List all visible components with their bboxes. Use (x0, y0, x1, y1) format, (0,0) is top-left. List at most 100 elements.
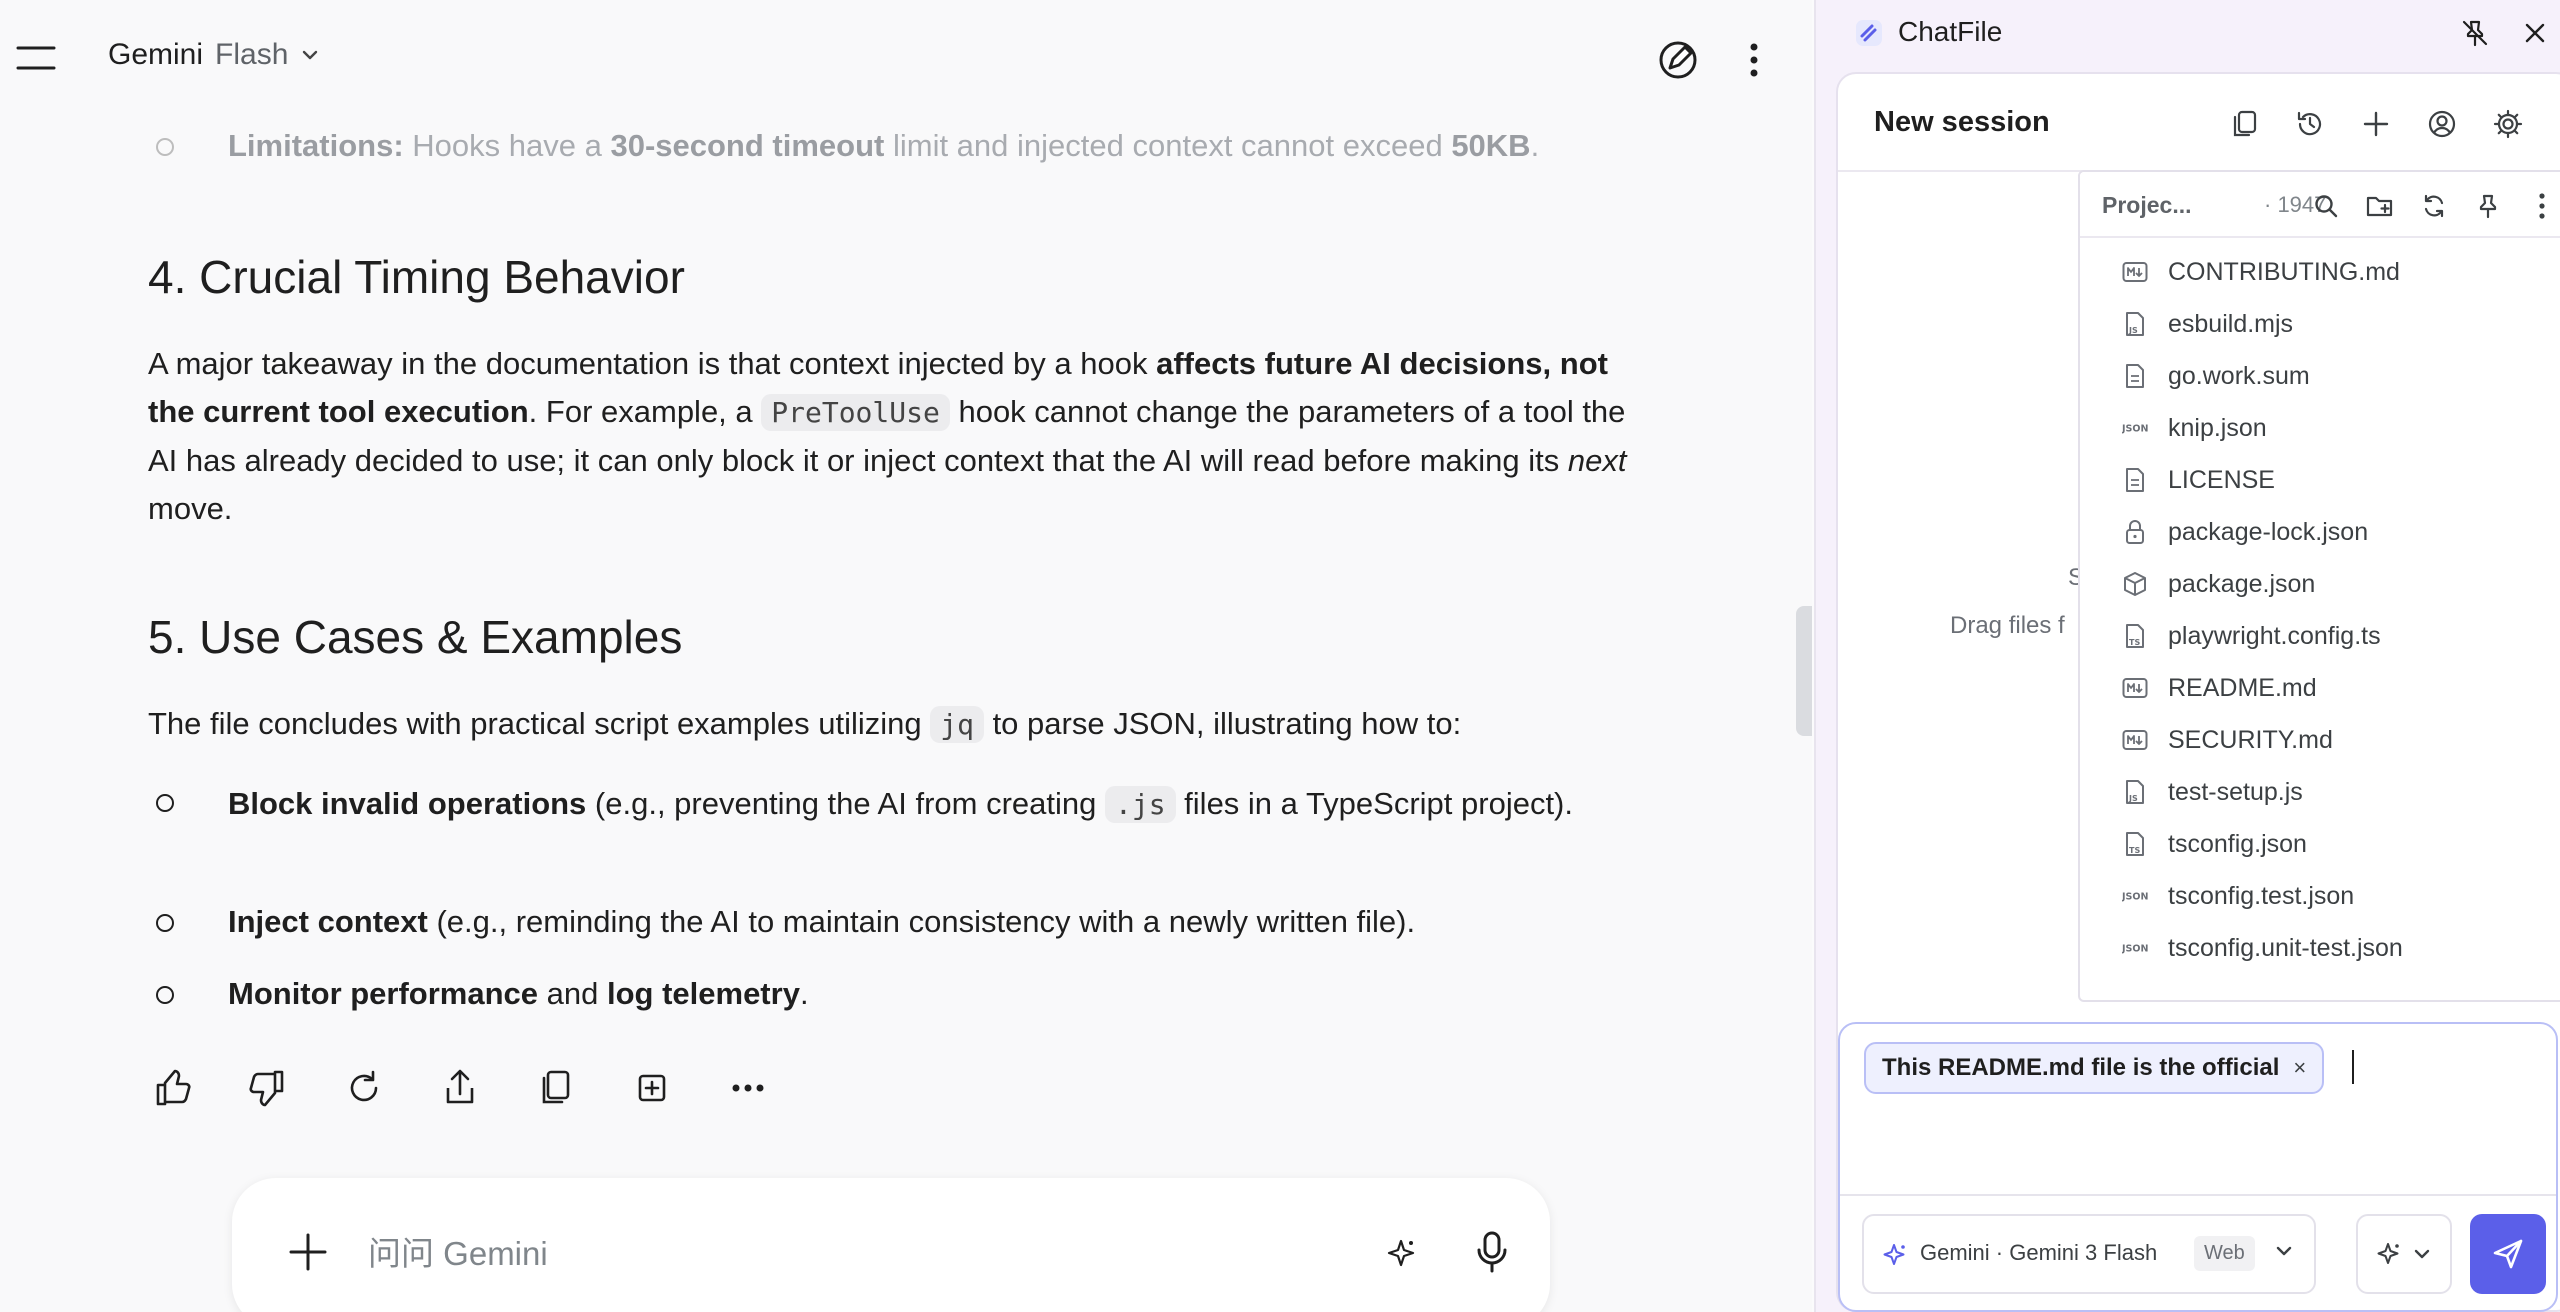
file-row[interactable]: JS test-setup.js (2080, 766, 2560, 818)
settings-gear-icon[interactable] (2486, 102, 2530, 146)
list-bullet (156, 138, 174, 156)
composer[interactable]: This README.md file is the official × Ge… (1838, 1022, 2558, 1312)
chatfile-titlebar: ChatFile (1816, 0, 2560, 64)
hamburger-menu-icon[interactable] (10, 32, 62, 84)
scrollbar-thumb[interactable] (1796, 606, 1812, 736)
file-row[interactable]: package-lock.json (2080, 506, 2560, 558)
list-item-bold: log telemetry (606, 976, 800, 1011)
file-row[interactable]: CONTRIBUTING.md (2080, 246, 2560, 298)
faded-item-text: limit and injected context cannot exceed (884, 128, 1452, 163)
search-icon[interactable] (2308, 188, 2344, 224)
file-row[interactable]: go.work.sum (2080, 350, 2560, 402)
plus-icon[interactable] (2354, 102, 2398, 146)
list-bullet (156, 986, 174, 1004)
list-item-text: files in a TypeScript project). (1175, 786, 1573, 821)
markdown-icon (2122, 727, 2148, 753)
ts-file-icon: TS (2122, 623, 2148, 649)
sparkle-icon (1882, 1242, 1908, 1268)
section-paragraph: A major takeaway in the documentation is… (148, 340, 1628, 533)
file-browser-popover: Projec... · 1947 CODE_OF_CONDUCT. (2078, 170, 2560, 1002)
file-row[interactable]: TS tsconfig.json (2080, 818, 2560, 870)
list-item: Monitor performance and log telemetry. (228, 970, 1628, 1018)
list-bullet (156, 914, 174, 932)
file-icon (2122, 363, 2148, 389)
faded-item-bold: 30-second timeout (610, 128, 885, 163)
lock-icon (2122, 519, 2148, 545)
list-item: Inject context (e.g., reminding the AI t… (228, 898, 1628, 946)
session-title: New session (1874, 106, 2050, 138)
empty-state-hint: Drag files f (1950, 612, 2065, 639)
section-heading: 5. Use Cases & Examples (148, 611, 683, 663)
list-item-text: and (538, 976, 607, 1011)
ts-file-icon: TS (2122, 831, 2148, 857)
faded-item-bold: 50KB (1451, 128, 1531, 163)
share-icon[interactable] (432, 1060, 488, 1116)
file-row[interactable]: JSON tsconfig.unit-test.json (2080, 922, 2560, 974)
json-icon: JSON (2122, 935, 2148, 961)
prompt-input[interactable] (368, 1228, 1268, 1280)
history-icon[interactable] (2288, 102, 2332, 146)
gemini-app: Gemini Flash Limitations: Hooks have a 3… (0, 0, 1812, 1312)
js-file-icon: JS (2122, 779, 2148, 805)
context-chip[interactable]: This README.md file is the official × (1864, 1042, 2325, 1094)
list-item-text: . (799, 976, 809, 1011)
unpin-icon[interactable] (2456, 14, 2494, 52)
file-name: LICENSE (2168, 466, 2275, 494)
more-horiz-icon[interactable] (720, 1060, 776, 1116)
regenerate-icon[interactable] (336, 1060, 392, 1116)
list-item-text: (e.g., reminding the AI to maintain cons… (427, 904, 1416, 939)
close-icon[interactable] (2516, 14, 2554, 52)
copy-icon[interactable] (2222, 102, 2266, 146)
model-switcher[interactable]: Gemini Flash (108, 38, 320, 72)
faded-list-item: Limitations: Hooks have a 30-second time… (228, 128, 1539, 164)
markdown-icon (2122, 675, 2148, 701)
project-name[interactable]: Projec... (2102, 192, 2191, 219)
file-row[interactable]: package.json (2080, 558, 2560, 610)
file-name: tsconfig.unit-test.json (2168, 934, 2403, 962)
svg-text:JSON: JSON (2122, 891, 2148, 902)
file-name: README.md (2168, 674, 2317, 702)
more-vert-icon[interactable] (1726, 32, 1782, 88)
svg-text:TS: TS (2129, 846, 2140, 855)
file-row[interactable]: SECURITY.md (2080, 714, 2560, 766)
account-icon[interactable] (2420, 102, 2464, 146)
chevron-down-icon (300, 48, 320, 62)
paragraph-text: . For example, a (528, 394, 762, 429)
file-row[interactable]: TS playwright.config.ts (2080, 610, 2560, 662)
file-name: SECURITY.md (2168, 726, 2333, 754)
microphone-icon[interactable] (1464, 1224, 1520, 1280)
pin-icon[interactable] (2470, 188, 2506, 224)
chevron-down-icon (2274, 1244, 2294, 1258)
inline-code: .js (1104, 786, 1176, 823)
file-row[interactable]: README.md (2080, 662, 2560, 714)
markdown-icon (2122, 259, 2148, 285)
file-row[interactable]: LICENSE (2080, 454, 2560, 506)
new-folder-icon[interactable] (2362, 188, 2398, 224)
list-item-bold: Monitor performance (228, 976, 539, 1011)
model-picker[interactable]: Gemini · Gemini 3 Flash Web (1862, 1214, 2316, 1294)
new-chat-icon[interactable] (1650, 32, 1706, 88)
svg-text:TS: TS (2129, 638, 2140, 647)
add-to-doc-icon[interactable] (624, 1060, 680, 1116)
file-row[interactable]: JSON knip.json (2080, 402, 2560, 454)
add-icon[interactable] (280, 1224, 336, 1280)
copy-icon[interactable] (528, 1060, 584, 1116)
thumbs-down-icon[interactable] (240, 1060, 296, 1116)
send-button[interactable] (2470, 1214, 2546, 1294)
file-name: playwright.config.ts (2168, 622, 2381, 650)
file-row[interactable]: JS esbuild.mjs (2080, 298, 2560, 350)
mode-picker[interactable] (2356, 1214, 2452, 1294)
list-item-bold: Block invalid operations (228, 786, 587, 821)
context-chip-label: This README.md file is the official (1882, 1054, 2280, 1081)
sparkle-icon (2376, 1241, 2402, 1267)
chip-close-icon[interactable]: × (2293, 1055, 2306, 1081)
refresh-icon[interactable] (2416, 188, 2452, 224)
paragraph-text: The file concludes with practical script… (148, 706, 931, 741)
faded-item-text: . (1530, 128, 1540, 163)
svg-text:JSON: JSON (2122, 423, 2148, 434)
file-row[interactable]: JSON tsconfig.test.json (2080, 870, 2560, 922)
more-vert-icon[interactable] (2524, 188, 2560, 224)
thumbs-up-icon[interactable] (144, 1060, 200, 1116)
json-icon: JSON (2122, 415, 2148, 441)
sparkle-icon[interactable] (1378, 1230, 1424, 1276)
